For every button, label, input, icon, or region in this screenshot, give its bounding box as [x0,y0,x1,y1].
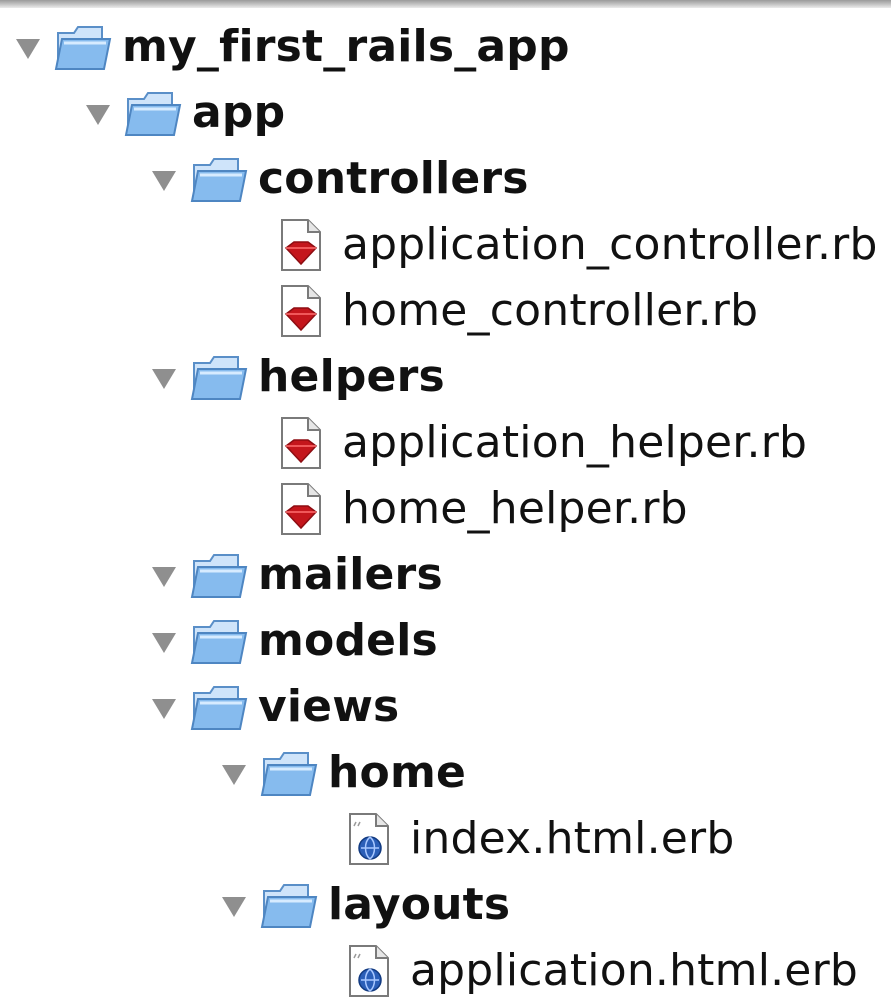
folder-icon [190,356,248,400]
tree-row-controllers[interactable]: controllers [152,146,529,212]
file-tree: my_first_rails_app app controllers appli… [0,8,891,999]
disclosure-triangle-icon[interactable] [16,39,40,59]
tree-row-home-helper[interactable]: home_helper.rb [276,476,688,542]
tree-label: application.html.erb [410,945,858,996]
tree-label: views [258,681,400,732]
tree-label: mailers [258,549,443,600]
tree-label: application_helper.rb [342,417,808,468]
folder-icon [190,158,248,202]
folder-icon [260,752,318,796]
folder-icon [54,26,112,70]
tree-row-my-first-rails-app[interactable]: my_first_rails_app [16,14,570,80]
folder-icon [190,686,248,730]
tree-label: layouts [328,879,511,930]
tree-label: models [258,615,438,666]
ruby-file-icon [281,417,321,469]
tree-label: helpers [258,351,445,402]
window-top-border [0,0,891,8]
disclosure-triangle-icon[interactable] [152,171,176,191]
tree-row-home-controller[interactable]: home_controller.rb [276,278,758,344]
disclosure-triangle-icon[interactable] [152,567,176,587]
tree-row-layouts[interactable]: layouts [222,872,510,938]
tree-row-app[interactable]: app [86,80,285,146]
tree-row-models[interactable]: models [152,608,438,674]
folder-icon [124,92,182,136]
tree-label: home_helper.rb [342,483,688,534]
folder-icon [190,554,248,598]
folder-icon [190,620,248,664]
disclosure-triangle-icon[interactable] [222,765,246,785]
erb-file-icon [349,945,389,997]
folder-icon [260,884,318,928]
disclosure-triangle-icon[interactable] [86,105,110,125]
tree-label: home [328,747,467,798]
tree-label: controllers [258,153,529,204]
disclosure-triangle-icon[interactable] [222,897,246,917]
tree-label: index.html.erb [410,813,735,864]
tree-row-index-html-erb[interactable]: index.html.erb [344,806,734,872]
tree-label: application_controller.rb [342,219,878,270]
tree-row-mailers[interactable]: mailers [152,542,443,608]
ruby-file-icon [281,483,321,535]
tree-row-application-helper[interactable]: application_helper.rb [276,410,807,476]
tree-row-home[interactable]: home [222,740,466,806]
tree-row-application-html-erb[interactable]: application.html.erb [344,938,858,1004]
ruby-file-icon [281,219,321,271]
tree-row-views[interactable]: views [152,674,399,740]
erb-file-icon [349,813,389,865]
disclosure-triangle-icon[interactable] [152,633,176,653]
tree-label: home_controller.rb [342,285,759,336]
tree-row-helpers[interactable]: helpers [152,344,445,410]
tree-row-application-controller[interactable]: application_controller.rb [276,212,878,278]
tree-label: app [192,87,286,138]
disclosure-triangle-icon[interactable] [152,369,176,389]
disclosure-triangle-icon[interactable] [152,699,176,719]
tree-label: my_first_rails_app [122,21,570,72]
ruby-file-icon [281,285,321,337]
